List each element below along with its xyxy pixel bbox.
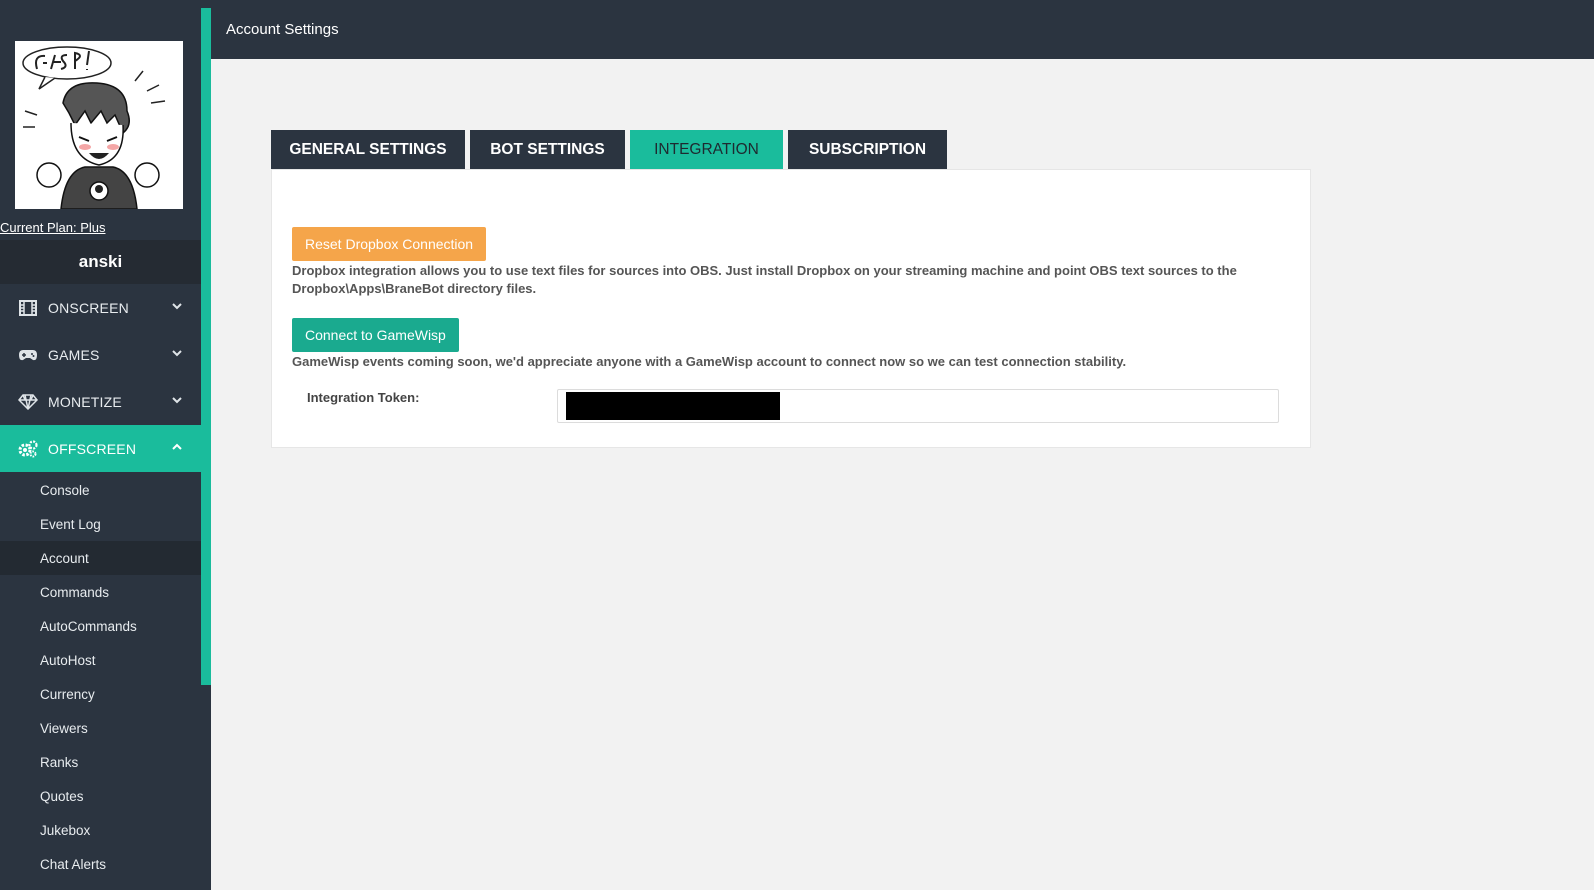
sidebar-item-account[interactable]: Account: [0, 541, 201, 575]
nav-monetize-label: MONETIZE: [48, 393, 122, 410]
nav-onscreen-label: ONSCREEN: [48, 299, 129, 316]
tab-integration[interactable]: INTEGRATION: [630, 130, 783, 169]
sidebar-item-autohost[interactable]: AutoHost: [0, 643, 201, 677]
chevron-down-icon: [172, 303, 182, 310]
nav-monetize[interactable]: MONETIZE: [0, 378, 201, 425]
sidebar-item-currency[interactable]: Currency: [0, 677, 201, 711]
integration-token-field[interactable]: [557, 389, 1279, 423]
nav-games[interactable]: GAMES: [0, 331, 201, 378]
sidebar-item-jukebox[interactable]: Jukebox: [0, 813, 201, 847]
integration-panel: Reset Dropbox Connection Dropbox integra…: [271, 169, 1311, 448]
sidebar-item-ranks[interactable]: Ranks: [0, 745, 201, 779]
diamond-icon: [18, 392, 38, 412]
sidebar: Current Plan: Plus anski ONSCREEN GAMES …: [0, 0, 211, 890]
chevron-down-icon: [172, 397, 182, 404]
avatar-drawing: [15, 41, 183, 209]
sidebar-item-commands[interactable]: Commands: [0, 575, 201, 609]
sidebar-item-console[interactable]: Console: [0, 473, 201, 507]
nav-offscreen[interactable]: OFFSCREEN: [0, 425, 201, 472]
sidebar-item-quotes[interactable]: Quotes: [0, 779, 201, 813]
film-icon: [18, 298, 38, 318]
nav-games-label: GAMES: [48, 346, 100, 363]
topbar: Account Settings: [211, 0, 1594, 59]
tab-general-settings[interactable]: GENERAL SETTINGS: [271, 130, 465, 169]
sidebar-item-autocommands[interactable]: AutoCommands: [0, 609, 201, 643]
reset-dropbox-button[interactable]: Reset Dropbox Connection: [292, 227, 487, 261]
gamepad-icon: [18, 345, 38, 365]
gamewisp-help-text: GameWisp events coming soon, we'd apprec…: [292, 354, 1127, 369]
cogs-icon: [18, 439, 38, 459]
sidebar-item-chat-alerts[interactable]: Chat Alerts: [0, 847, 201, 881]
chevron-down-icon: [172, 350, 182, 357]
chevron-up-icon: [172, 443, 182, 450]
nav-offscreen-label: OFFSCREEN: [48, 440, 137, 457]
sidebar-item-event-log[interactable]: Event Log: [0, 507, 201, 541]
tab-bot-settings[interactable]: BOT SETTINGS: [470, 130, 625, 169]
integration-token-label: Integration Token:: [307, 390, 420, 405]
sidebar-accent-bar: [201, 8, 211, 685]
tab-subscription[interactable]: SUBSCRIPTION: [788, 130, 947, 169]
connect-gamewisp-button[interactable]: Connect to GameWisp: [292, 318, 459, 352]
nav-onscreen[interactable]: ONSCREEN: [0, 284, 201, 331]
current-plan-link[interactable]: Current Plan: Plus: [0, 220, 106, 235]
redacted-token: [566, 392, 780, 420]
username: anski: [0, 240, 201, 284]
avatar[interactable]: [15, 41, 183, 209]
sidebar-item-viewers[interactable]: Viewers: [0, 711, 201, 745]
dropbox-help-text: Dropbox integration allows you to use te…: [292, 263, 1237, 296]
page-title: Account Settings: [226, 21, 339, 38]
